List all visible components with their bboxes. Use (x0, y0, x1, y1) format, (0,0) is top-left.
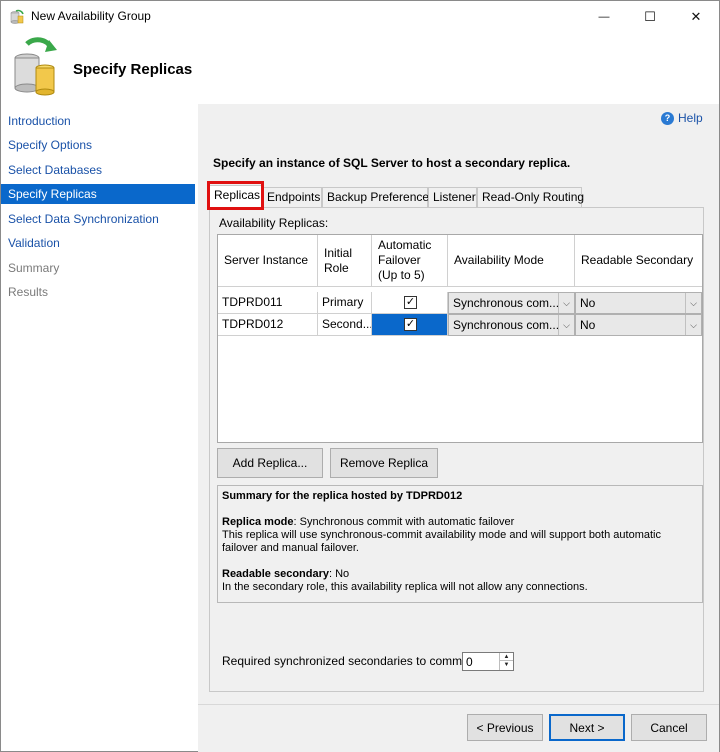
column-header-server-instance: Server Instance (218, 235, 318, 287)
cell-automatic-failover[interactable]: ✓ (372, 314, 448, 336)
sidebar-item-validation[interactable]: Validation (1, 233, 195, 253)
divider (198, 704, 719, 705)
column-header-availability-mode: Availability Mode (448, 235, 575, 287)
availability-mode-dropdown[interactable]: Synchronous com... ⌵ (448, 314, 575, 336)
cell-server-instance[interactable]: TDPRD012 (218, 314, 318, 336)
availability-mode-value: Synchronous com... (453, 296, 560, 310)
failover-checkbox[interactable]: ✓ (404, 296, 417, 309)
close-button[interactable]: ✕ (673, 1, 719, 32)
previous-button[interactable]: < Previous (467, 714, 543, 741)
sidebar-item-select-data-synchronization[interactable]: Select Data Synchronization (1, 209, 195, 229)
dialog-window: New Availability Group — ☐ ✕ Specify Rep… (0, 0, 720, 752)
sidebar-item-introduction[interactable]: Introduction (1, 111, 195, 131)
minimize-button[interactable]: — (581, 1, 627, 32)
cell-automatic-failover[interactable]: ✓ (372, 292, 448, 314)
replica-summary-panel: Summary for the replica hosted by TDPRD0… (217, 485, 703, 603)
spinner-down-icon[interactable]: ▼ (500, 661, 513, 669)
cancel-button[interactable]: Cancel (631, 714, 707, 741)
readable-secondary-dropdown[interactable]: No ⌵ (575, 314, 702, 336)
chevron-down-icon: ⌵ (685, 293, 701, 313)
column-header-readable-secondary: Readable Secondary (575, 235, 702, 287)
next-button[interactable]: Next > (549, 714, 625, 741)
chevron-down-icon: ⌵ (685, 315, 701, 335)
minimize-icon: — (598, 10, 610, 23)
readable-secondary-summary-value: : No (329, 568, 350, 580)
readable-secondary-dropdown[interactable]: No ⌵ (575, 292, 702, 314)
tab-replicas-label: Replicas (214, 188, 261, 202)
summary-title: Summary for the replica hosted by TDPRD0… (222, 490, 463, 502)
database-wizard-icon (14, 37, 57, 96)
tab-replicas[interactable]: Replicas (207, 181, 264, 210)
cell-server-instance[interactable]: TDPRD011 (218, 292, 318, 314)
sidebar-item-select-databases[interactable]: Select Databases (1, 160, 195, 180)
help-label: Help (678, 111, 703, 125)
sidebar-item-specify-replicas[interactable]: Specify Replicas (1, 184, 195, 204)
instruction-text: Specify an instance of SQL Server to hos… (213, 156, 571, 170)
replicas-grid[interactable]: Server Instance Initial Role Automatic F… (217, 234, 703, 443)
readable-secondary-label: Readable secondary (222, 568, 329, 580)
chevron-down-icon: ⌵ (558, 315, 574, 335)
readable-secondary-line: Readable secondary: No (222, 568, 698, 581)
spinner-up-icon[interactable]: ▲ (500, 653, 513, 661)
column-header-initial-role: Initial Role (318, 235, 372, 287)
tab-backup-preferences[interactable]: Backup Preferences (322, 187, 435, 207)
help-icon: ? (661, 111, 674, 125)
cell-initial-role[interactable]: Primary (318, 292, 372, 314)
availability-mode-dropdown[interactable]: Synchronous com... ⌵ (448, 292, 575, 314)
remove-replica-button[interactable]: Remove Replica (330, 448, 438, 478)
availability-replicas-label: Availability Replicas: (219, 216, 329, 230)
availability-mode-value: Synchronous com... (453, 318, 560, 332)
wizard-sidebar: Introduction Specify Options Select Data… (1, 104, 198, 751)
replica-mode-description: This replica will use synchronous-commit… (222, 529, 661, 554)
sidebar-item-summary: Summary (8, 261, 60, 275)
spinner-buttons: ▲ ▼ (499, 653, 513, 670)
maximize-button[interactable]: ☐ (627, 1, 673, 32)
replicas-tab-page: Availability Replicas: Server Instance I… (209, 207, 704, 692)
tab-listener[interactable]: Listener (428, 187, 477, 207)
close-icon: ✕ (690, 8, 702, 24)
chevron-down-icon: ⌵ (558, 293, 574, 313)
column-header-automatic-failover: Automatic Failover (Up to 5) (372, 235, 448, 287)
availability-group-icon (10, 9, 24, 24)
replica-mode-value: : Synchronous commit with automatic fail… (293, 516, 515, 528)
main-panel: ? Help Specify an instance of SQL Server… (198, 104, 719, 752)
required-sync-spinner[interactable]: 0 ▲ ▼ (462, 652, 514, 671)
title-bar: New Availability Group — ☐ ✕ (1, 1, 719, 32)
readable-secondary-value: No (580, 318, 596, 332)
required-sync-value[interactable]: 0 (466, 655, 473, 669)
cell-initial-role[interactable]: Second... (318, 314, 372, 336)
page-title: Specify Replicas (73, 61, 193, 78)
wizard-header: Specify Replicas (1, 32, 719, 104)
failover-checkbox[interactable]: ✓ (404, 318, 417, 331)
readable-secondary-description: In the secondary role, this availability… (222, 581, 588, 593)
tab-endpoints[interactable]: Endpoints (262, 187, 322, 207)
replica-mode-line: Replica mode: Synchronous commit with au… (222, 516, 698, 529)
sidebar-item-results: Results (8, 285, 49, 299)
required-sync-label: Required synchronized secondaries to com… (222, 654, 469, 668)
help-link[interactable]: ? Help (661, 111, 703, 125)
add-replica-button[interactable]: Add Replica... (217, 448, 323, 478)
replica-mode-label: Replica mode (222, 516, 294, 528)
readable-secondary-value: No (580, 296, 596, 310)
maximize-icon: ☐ (644, 8, 656, 24)
tab-read-only-routing[interactable]: Read-Only Routing (477, 187, 584, 207)
sidebar-item-specify-options[interactable]: Specify Options (1, 135, 195, 155)
window-title: New Availability Group (31, 9, 151, 23)
